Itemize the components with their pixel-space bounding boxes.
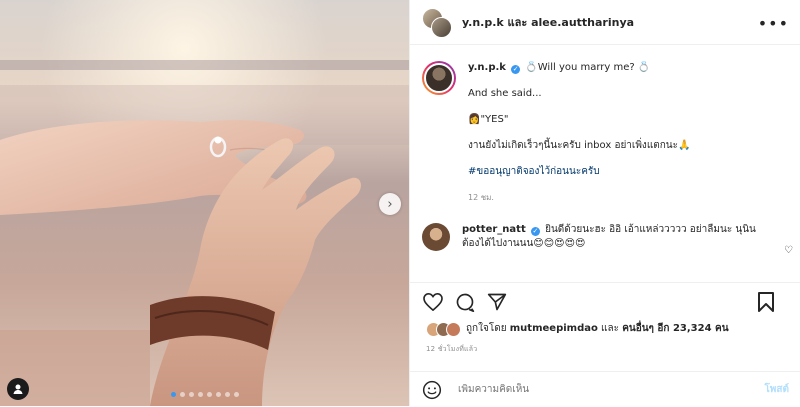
carousel-dot — [198, 392, 203, 397]
avatar — [446, 321, 461, 337]
carousel-dot — [180, 392, 185, 397]
comment-avatar[interactable] — [422, 223, 450, 251]
comment-bubble-icon[interactable] — [454, 291, 476, 313]
carousel-dot — [216, 392, 221, 397]
post-details-panel: y.n.p.k และ alee.auttharinya ••• y.n.p.k… — [409, 0, 800, 406]
caption: y.n.p.k ✓ 💍Will you marry me? 💍 And she … — [410, 45, 800, 205]
carousel-dot — [207, 392, 212, 397]
bookmark-icon[interactable] — [755, 291, 777, 313]
caption-hashtag[interactable]: #ขออนุญาติจองไว้ก่อนนะครับ — [468, 165, 690, 179]
caption-timestamp[interactable]: 12 ชม. — [468, 191, 690, 205]
add-comment-bar: โพสต์ — [410, 371, 800, 407]
carousel-indicator — [171, 392, 239, 397]
likes-summary: ถูกใจโดย mutmeepimdao และ คนอื่นๆ อีก 23… — [410, 315, 800, 337]
caption-avatar[interactable] — [422, 61, 456, 95]
comments-section: y.n.p.k ✓ 💍Will you marry me? 💍 And she … — [410, 45, 800, 282]
post-photo[interactable]: › — [0, 0, 409, 406]
like-heart-icon[interactable] — [422, 291, 444, 313]
caption-line-2: And she said... — [468, 88, 542, 99]
tagged-users-button[interactable] — [7, 378, 29, 400]
liker-avatars — [426, 321, 461, 337]
caption-line-4: งานยังไม่เกิดเร็วๆนี้นะครับ inbox อย่าเพ… — [468, 140, 691, 151]
verified-badge-icon: ✓ — [530, 227, 540, 236]
comment-item: potter_natt ✓ ยินดีด้วยนะฮะ อิอิ เอ้าแหล… — [410, 205, 800, 256]
instagram-post: › y.n.p.k และ alee.auttharinya ••• y.n.p… — [0, 0, 800, 406]
comment-like-heart-icon[interactable]: ♡ — [784, 245, 793, 256]
caption-body: y.n.p.k ✓ 💍Will you marry me? 💍 And she … — [468, 61, 690, 205]
comment-username[interactable]: potter_natt — [462, 224, 526, 235]
post-author-names[interactable]: y.n.p.k และ alee.auttharinya — [462, 13, 634, 31]
caption-username[interactable]: y.n.p.k — [468, 62, 506, 73]
action-icons-row — [410, 283, 800, 315]
likes-others-link[interactable]: คนอื่นๆ อีก 23,324 คน — [622, 321, 728, 336]
post-timestamp[interactable]: 12 ชั่วโมงที่แล้ว — [410, 336, 800, 355]
carousel-dot — [171, 392, 176, 397]
post-header: y.n.p.k และ alee.auttharinya ••• — [410, 0, 800, 45]
verified-badge-icon: ✓ — [511, 65, 521, 74]
caption-line-3: 👩"YES" — [468, 114, 509, 125]
caption-line-1: 💍Will you marry me? 💍 — [525, 62, 651, 73]
person-icon — [13, 384, 23, 394]
proposal-ring-image — [0, 0, 409, 406]
share-paper-plane-icon[interactable] — [486, 291, 508, 313]
next-slide-button[interactable]: › — [379, 193, 401, 215]
post-actions: ถูกใจโดย mutmeepimdao และ คนอื่นๆ อีก 23… — [410, 282, 800, 357]
carousel-dot — [189, 392, 194, 397]
likes-middle: และ — [601, 323, 619, 334]
emoji-icon[interactable] — [422, 380, 442, 400]
carousel-dot — [225, 392, 230, 397]
add-comment-input[interactable] — [456, 383, 740, 396]
post-comment-button[interactable]: โพสต์ — [764, 382, 789, 397]
collab-avatars[interactable] — [422, 8, 452, 38]
avatar — [431, 17, 452, 38]
chevron-right-icon: › — [387, 196, 393, 212]
more-options-icon[interactable]: ••• — [758, 14, 789, 33]
comment-body: potter_natt ✓ ยินดีด้วยนะฮะ อิอิ เอ้าแหล… — [462, 223, 762, 251]
likes-prefix: ถูกใจโดย — [466, 323, 507, 334]
likes-user-link[interactable]: mutmeepimdao — [510, 323, 598, 334]
carousel-dot — [234, 392, 239, 397]
